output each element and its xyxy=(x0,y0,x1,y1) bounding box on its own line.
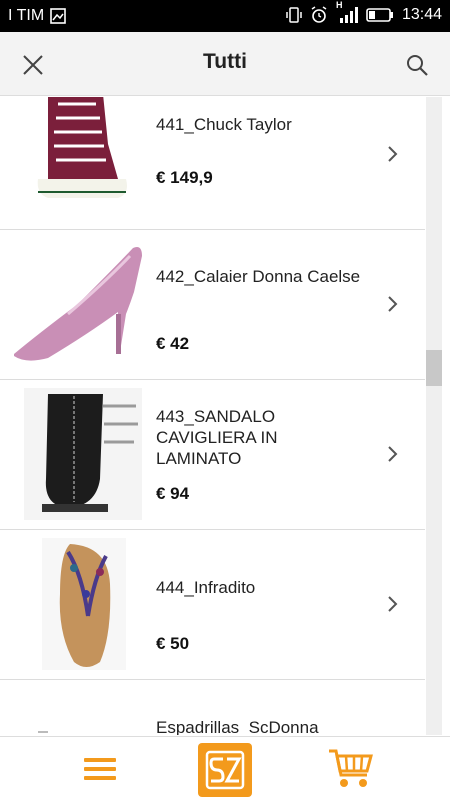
signal-icon: H xyxy=(336,0,358,24)
chevron-right-icon xyxy=(388,146,398,162)
vibrate-icon xyxy=(286,6,302,24)
chevron-right-icon xyxy=(388,296,398,312)
product-price: € 149,9 xyxy=(156,168,213,187)
product-image xyxy=(8,534,148,674)
product-item[interactable]: 441_Chuck Taylor € 149,9 xyxy=(0,97,425,230)
product-price: € 50 xyxy=(156,634,190,653)
menu-icon xyxy=(84,758,116,780)
status-bar: I TIM H 13:44 xyxy=(0,0,450,32)
search-button[interactable] xyxy=(402,50,432,80)
product-name: 443_SANDALO CAVIGLIERA IN LAMINATO xyxy=(156,407,278,468)
product-image xyxy=(8,97,148,224)
product-name: 444_Infradito xyxy=(156,578,256,597)
network-type-label: H xyxy=(335,0,343,10)
product-image xyxy=(8,684,148,735)
home-logo-button[interactable] xyxy=(198,743,252,797)
status-right: H 13:44 xyxy=(286,0,442,24)
app-bar: Tutti xyxy=(0,32,450,96)
product-image xyxy=(8,384,148,524)
product-list: 441_Chuck Taylor € 149,9 442_Calaier Don… xyxy=(0,97,425,735)
product-name: Espadrillas_ScDonna xyxy=(156,718,319,735)
product-item[interactable]: 442_Calaier Donna Caelse € 42 xyxy=(0,230,425,380)
product-item[interactable]: 444_Infradito € 50 xyxy=(0,530,425,680)
alarm-icon xyxy=(310,6,328,24)
battery-icon xyxy=(366,7,394,23)
product-item[interactable]: Espadrillas_ScDonna xyxy=(0,680,425,735)
carrier-label: I TIM xyxy=(8,7,45,24)
brand-logo-icon xyxy=(205,750,245,790)
chevron-right-icon xyxy=(388,596,398,612)
bottom-bar xyxy=(0,736,450,800)
product-price: € 42 xyxy=(156,334,190,353)
clock: 13:44 xyxy=(401,6,442,23)
product-item[interactable]: 443_SANDALO CAVIGLIERA IN LAMINATO € 94 xyxy=(0,380,425,530)
gallery-notification-icon xyxy=(50,8,66,24)
product-name: 442_Calaier Donna Caelse xyxy=(156,267,361,286)
cart-icon xyxy=(329,749,373,787)
product-image xyxy=(8,234,148,374)
product-name: 441_Chuck Taylor xyxy=(156,115,292,134)
scrollbar-thumb[interactable] xyxy=(426,350,442,386)
chevron-right-icon xyxy=(388,446,398,462)
cart-button[interactable] xyxy=(326,745,376,793)
product-price: € 94 xyxy=(156,484,190,503)
status-left: I TIM xyxy=(8,7,66,25)
menu-button[interactable] xyxy=(80,751,120,787)
page-title: Tutti xyxy=(203,50,247,73)
scrollbar-track[interactable] xyxy=(426,97,442,735)
search-icon xyxy=(407,55,428,76)
